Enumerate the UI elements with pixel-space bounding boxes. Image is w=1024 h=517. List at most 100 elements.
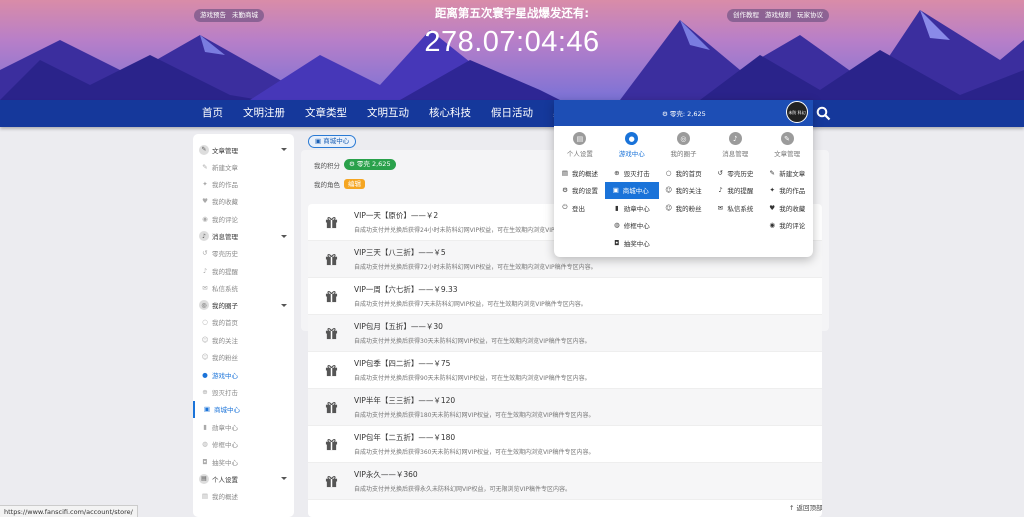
search-icon[interactable] — [816, 106, 831, 121]
nav-item-tech[interactable]: 核心科技 — [419, 100, 481, 127]
sidebar-group-articles[interactable]: ✎ 文章管理 — [193, 141, 294, 158]
sidebar-item-reminders[interactable]: ♪ 我的提醒 — [193, 262, 294, 279]
gift-icon — [325, 291, 338, 303]
countdown-timer: 278.07:04:46 — [424, 26, 600, 58]
dropdown-col-circle-header[interactable]: ◎ 我的圈子 — [658, 126, 710, 164]
back-to-top-button[interactable]: ↑ 返回顶部 — [789, 502, 823, 512]
product-row[interactable]: VIP包季【四二折】——￥75 自成功支付并兑换后获得90天未防科幻网VIP权益，… — [308, 352, 822, 389]
dropdown-item-coin-history[interactable]: ↺ 零壳历史 — [709, 164, 761, 182]
users-icon: ☺ — [201, 353, 209, 362]
sidebar-item-overview[interactable]: ▤ 我的概述 — [193, 487, 294, 504]
dropdown-col-articles-header[interactable]: ✎ 文章管理 — [761, 126, 813, 164]
sidebar-item-strike[interactable]: ⊕ 毁灭打击 — [193, 383, 294, 400]
gamepad-icon: ● — [625, 132, 639, 145]
dropdown-item-frames[interactable]: ◍ 修框中心 — [606, 217, 658, 235]
id-card-icon: ▤ — [199, 473, 209, 484]
dropdown-item-settings[interactable]: ⚙ 我的设置 — [554, 182, 606, 200]
status-bar-url: https://www.fanscifi.com/account/store/ — [0, 505, 138, 517]
dropdown-item-fans[interactable]: ☺ 我的粉丝 — [658, 199, 710, 217]
sidebar-item-fans[interactable]: ☺ 我的粉丝 — [193, 349, 294, 366]
comment-icon: ◉ — [202, 214, 208, 223]
pencil-icon: ✎ — [202, 162, 208, 171]
sidebar-item-following[interactable]: ☺ 我的关注 — [193, 331, 294, 348]
dropdown-item-logout[interactable]: ⏻ 登出 — [554, 199, 606, 217]
chevron-down-icon — [281, 234, 287, 238]
chevron-down-icon — [281, 148, 287, 151]
pen-icon: ✎ — [780, 132, 794, 145]
avatar[interactable]: 未防 科幻 — [786, 101, 808, 123]
product-row[interactable]: VIP包年【二五折】——￥180 自成功支付并兑换后获得360天未防科幻网VIP权… — [308, 426, 822, 463]
dropdown-item-private-messages[interactable]: ✉ 私信系统 — [709, 199, 761, 217]
sidebar-item-store[interactable]: ▣ 商城中心 — [193, 400, 294, 419]
dropdown-item-lottery[interactable]: ◘ 抽奖中心 — [606, 234, 658, 252]
sidebar-item-private-messages[interactable]: ✉ 私信系统 — [193, 279, 294, 296]
bookmark-icon: ▮ — [615, 203, 619, 212]
hero-banner: 游戏预告 未勤商城 距离第五次寰宇星战爆发还有: 278.07:04:46 创作… — [0, 0, 1024, 100]
sidebar-item-medals[interactable]: ▮ 勋章中心 — [193, 418, 294, 435]
dropdown-col-settings-header[interactable]: ▤ 个人设置 — [554, 126, 606, 164]
sidebar-item-favorites[interactable]: ♥ 我的收藏 — [193, 193, 294, 210]
product-row[interactable]: VIP半年【三三折】——￥120 自成功支付并兑换后获得180天未防科幻网VIP权… — [308, 389, 822, 426]
dropdown-item-overview[interactable]: ▤ 我的概述 — [554, 164, 606, 182]
product-description: 自成功支付并兑换后获得72小时未防科幻网VIP权益，可在生效期内浏览VIP稿件专… — [354, 264, 597, 271]
pen-icon: ✎ — [199, 144, 209, 155]
gamepad-icon: ● — [202, 370, 208, 379]
store-title-badge: ▣ 商城中心 — [308, 135, 357, 148]
dropdown-item-my-home[interactable]: ○ 我的首页 — [658, 164, 710, 182]
crosshair-icon: ⊕ — [202, 387, 208, 396]
sidebar-group-circle[interactable]: ◎ 我的圈子 — [193, 297, 294, 314]
dropdown-item-new-article[interactable]: ✎ 新建文章 — [761, 164, 813, 182]
chevron-down-icon — [281, 303, 287, 307]
product-title: VIP一周【六七折】——￥9.33 — [354, 285, 458, 294]
sidebar-item-lottery[interactable]: ◘ 抽奖中心 — [193, 453, 294, 470]
product-row[interactable]: VIP包月【五折】——￥30 自成功支付并兑换后获得30天未防科幻网VIP权益，可… — [308, 315, 822, 352]
product-title: VIP一天【原价】——￥2 — [354, 211, 439, 220]
dropdown-col-game-header[interactable]: ● 游戏中心 — [606, 126, 658, 164]
role-label: 我的角色 — [314, 181, 340, 189]
bell-icon: ♪ — [199, 231, 209, 242]
dropdown-item-reminders[interactable]: ♪ 我的提醒 — [709, 182, 761, 200]
nav-item-home[interactable]: 首页 — [192, 100, 233, 127]
sidebar-item-new-article[interactable]: ✎ 新建文章 — [193, 158, 294, 175]
product-description: 自成功支付并兑换后获得180天未防科幻网VIP权益，可在生效期内浏览VIP稿件专… — [354, 412, 595, 419]
sidebar-group-game-center[interactable]: ● 游戏中心 — [193, 366, 294, 383]
header-right-links: 创作教程 游戏规则 玩家协议 — [727, 9, 829, 22]
dropdown-item-comments[interactable]: ◉ 我的评论 — [761, 217, 813, 235]
nav-item-interaction[interactable]: 文明互动 — [357, 100, 419, 127]
gear-icon: ⚙ — [662, 110, 670, 118]
sidebar-item-comments[interactable]: ◉ 我的评论 — [193, 210, 294, 227]
nav-item-article-types[interactable]: 文章类型 — [295, 100, 357, 127]
account-sidebar: ✎ 文章管理 ✎ 新建文章 ✦ 我的作品 ♥ 我的收藏 ◉ 我的评论 ♪ 消息管理 ↺ 零壳历… — [193, 134, 294, 517]
sidebar-group-settings[interactable]: ▤ 个人设置 — [193, 470, 294, 487]
main-nav: 首页 文明注册 文章类型 文明互动 核心科技 假日活动 星 — [0, 100, 1024, 127]
bell-icon: ♪ — [718, 186, 723, 195]
gift-icon — [325, 476, 338, 488]
gift-icon — [325, 217, 338, 229]
dropdown-item-my-works[interactable]: ✦ 我的作品 — [761, 182, 813, 200]
product-row[interactable]: VIP永久——￥360 自成功支付并兑换后获得永久未防科幻网VIP权益，可无限浏览… — [308, 463, 822, 500]
sidebar-item-my-works[interactable]: ✦ 我的作品 — [193, 175, 294, 192]
product-row[interactable]: VIP一周【六七折】——￥9.33 自成功支付并兑换后获得7天未防科幻网VIP权益… — [308, 278, 822, 315]
points-label: 我的积分 — [314, 161, 340, 170]
sidebar-item-coin-history[interactable]: ↺ 零壳历史 — [193, 245, 294, 262]
tutorial-link[interactable]: 创作教程 — [733, 9, 759, 22]
dropdown-columns: ▤ 个人设置 ▤ 我的概述 ⚙ 我的设置 ⏻ 登出 ● 游戏中心 ⊕ 毁灭打击 ▣ 商城中心 … — [554, 126, 813, 252]
product-description: 自成功支付并兑换后获得7天未防科幻网VIP权益，可在生效期内浏览VIP稿件专区内… — [354, 301, 587, 308]
rules-link[interactable]: 游戏规则 — [765, 9, 791, 22]
points-row: 我的积分 ⚙ 零壳 2,625 — [314, 159, 396, 170]
gift-icon: ◘ — [614, 238, 620, 247]
dropdown-item-medals[interactable]: ▮ 勋章中心 — [606, 199, 658, 217]
dropdown-col-messages-header[interactable]: ♪ 消息管理 — [709, 126, 761, 164]
nav-item-holiday[interactable]: 假日活动 — [481, 100, 543, 127]
nav-item-register[interactable]: 文明注册 — [233, 100, 295, 127]
pin-icon: ✦ — [769, 186, 775, 195]
sidebar-group-messages[interactable]: ♪ 消息管理 — [193, 228, 294, 245]
sidebar-item-my-home[interactable]: ○ 我的首页 — [193, 314, 294, 331]
chevron-down-icon — [281, 477, 287, 481]
dropdown-item-strike[interactable]: ⊕ 毁灭打击 — [606, 164, 658, 182]
sidebar-item-frames[interactable]: ◍ 修框中心 — [193, 435, 294, 452]
dropdown-item-favorites[interactable]: ♥ 我的收藏 — [761, 199, 813, 217]
agreement-link[interactable]: 玩家协议 — [797, 9, 823, 22]
dropdown-item-store[interactable]: ▣ 商城中心 — [604, 181, 659, 199]
dropdown-item-following[interactable]: ☺ 我的关注 — [658, 182, 710, 200]
